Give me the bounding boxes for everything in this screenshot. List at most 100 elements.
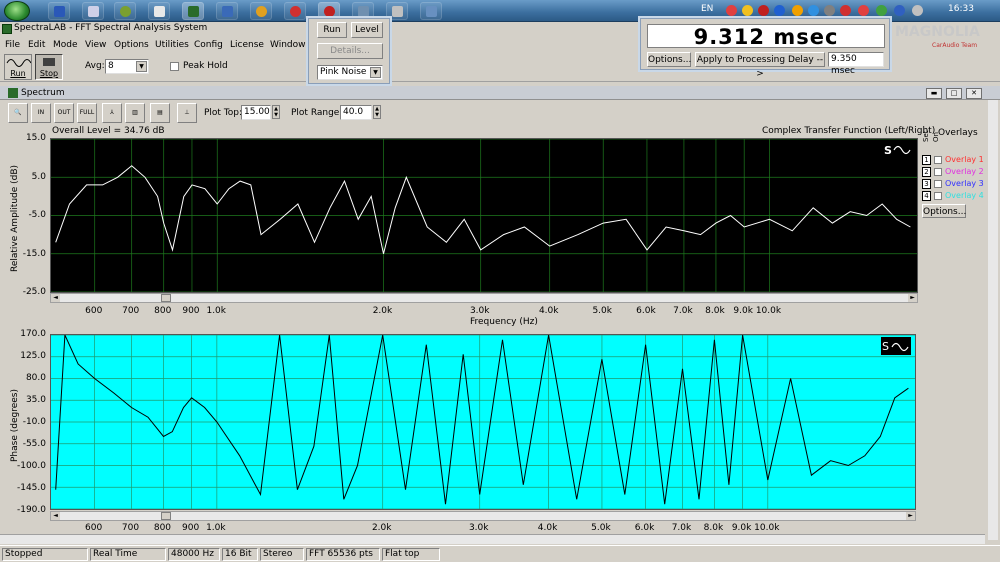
start-button[interactable] xyxy=(4,1,30,21)
stop-icon xyxy=(43,58,55,66)
flag-icon[interactable] xyxy=(758,5,769,16)
delay-display: 9.312 msec xyxy=(647,24,885,49)
amplitude-ytick: -15.0 xyxy=(22,249,46,259)
tray-icon[interactable] xyxy=(726,5,737,16)
close-button[interactable]: ✕ xyxy=(966,88,982,99)
tray-icon[interactable] xyxy=(792,5,803,16)
scroll-thumb[interactable] xyxy=(161,294,171,302)
window-hscroll[interactable] xyxy=(0,534,985,544)
plot-range-spinner[interactable]: ▲ ▼ xyxy=(373,105,381,119)
menu-license[interactable]: License xyxy=(230,40,264,50)
menu-config[interactable]: Config xyxy=(194,40,223,50)
tray-icon[interactable] xyxy=(840,5,851,16)
minimize-button[interactable]: ▬ xyxy=(926,88,942,99)
tray-icon[interactable] xyxy=(876,5,887,16)
tray-icon[interactable] xyxy=(808,5,819,16)
zoom-in-x-icon[interactable]: IN xyxy=(31,103,51,123)
scroll-right-arrow[interactable]: ► xyxy=(908,294,917,302)
applied-delay-field[interactable]: 9.350 msec xyxy=(828,52,884,76)
overlay-set-button[interactable]: 4 xyxy=(922,191,931,201)
overlay-row: 2 Overlay 2 xyxy=(920,167,995,178)
tray-icon[interactable] xyxy=(824,5,835,16)
clock[interactable]: 16:33 xyxy=(948,4,974,14)
menu-edit[interactable]: Edit xyxy=(28,40,45,50)
overlay-on-checkbox[interactable] xyxy=(934,180,942,188)
amplitude-hscroll[interactable]: ◄ ► xyxy=(50,293,918,303)
language-indicator[interactable]: EN xyxy=(701,4,713,14)
zoom-out-x-icon[interactable]: OUT xyxy=(54,103,74,123)
amplitude-xtick: 600 xyxy=(85,306,103,316)
save-icon[interactable] xyxy=(48,2,70,20)
generator-level-button[interactable]: Level xyxy=(351,22,383,38)
volume-icon[interactable] xyxy=(912,5,923,16)
frequency-xlabel: Frequency (Hz) xyxy=(470,317,538,327)
delay-options-button[interactable]: Options... xyxy=(647,52,691,67)
amplitude-ytick: 15.0 xyxy=(25,133,46,143)
tray-icon[interactable] xyxy=(774,5,785,16)
menu-options[interactable]: Options xyxy=(114,40,149,50)
overlay-on-checkbox[interactable] xyxy=(934,168,942,176)
cursor-icon[interactable]: ⊥ xyxy=(177,103,197,123)
zoom-full-icon[interactable]: FULL xyxy=(77,103,97,123)
chevron-down-icon[interactable]: ▼ xyxy=(136,61,147,72)
zoom-icon[interactable]: 🔍 xyxy=(8,103,28,123)
menu-file[interactable]: File xyxy=(5,40,20,50)
spectralab-icon[interactable] xyxy=(182,2,204,20)
status-channels: Stereo xyxy=(260,548,304,561)
plot-top-label: Plot Top: xyxy=(204,108,243,118)
network-icon[interactable] xyxy=(894,5,905,16)
stop-button-label: Stop xyxy=(39,69,59,78)
avg-select[interactable]: 8 ▼ xyxy=(105,59,149,74)
window-vscroll[interactable] xyxy=(988,100,998,540)
chevron-down-icon[interactable]: ▼ xyxy=(370,67,381,78)
game-icon[interactable] xyxy=(114,2,136,20)
app-title: SpectraLAB - FFT Spectral Analysis Syste… xyxy=(14,23,208,33)
status-bits: 16 Bit xyxy=(222,548,258,561)
menu-utilities[interactable]: Utilities xyxy=(155,40,189,50)
overlay-on-checkbox[interactable] xyxy=(934,192,942,200)
record-icon[interactable] xyxy=(284,2,306,20)
peak-hold-checkbox[interactable] xyxy=(170,62,179,71)
plot-top-spinner[interactable]: ▲ ▼ xyxy=(272,105,280,119)
scroll-left-arrow[interactable]: ◄ xyxy=(51,294,60,302)
calculator-icon[interactable] xyxy=(82,2,104,20)
transfer-function-label: Complex Transfer Function (Left/Right) xyxy=(762,126,936,136)
scroll-left-arrow[interactable]: ◄ xyxy=(51,512,60,520)
phase-ytick: 125.0 xyxy=(20,351,46,361)
browser-icon[interactable] xyxy=(250,2,272,20)
tray-icon[interactable] xyxy=(742,5,753,16)
maximize-button[interactable]: □ xyxy=(946,88,962,99)
scroll-thumb[interactable] xyxy=(161,512,171,520)
statusbar: Stopped Real Time 48000 Hz 16 Bit Stereo… xyxy=(0,545,1000,562)
pin-icon[interactable] xyxy=(148,2,170,20)
signal-type-select[interactable]: Pink Noise ▼ xyxy=(317,65,383,80)
amplitude-ytick: -5.0 xyxy=(28,210,46,220)
peak-marker-icon[interactable]: ⅄ xyxy=(102,103,122,123)
generator-run-button[interactable]: Run xyxy=(317,22,347,38)
run-button[interactable]: Run xyxy=(4,54,32,80)
amplitude-plot[interactable]: S xyxy=(50,138,918,293)
tray-icon[interactable] xyxy=(858,5,869,16)
overlay-set-button[interactable]: 3 xyxy=(922,179,931,189)
scroll-right-arrow[interactable]: ► xyxy=(906,512,915,520)
overlay-options-button[interactable]: Options... xyxy=(922,204,966,218)
overlay-set-button[interactable]: 2 xyxy=(922,167,931,177)
apply-delay-button[interactable]: Apply to Processing Delay --> xyxy=(695,52,825,79)
plot-top-input[interactable]: 15.00 xyxy=(241,105,271,120)
menu-mode[interactable]: Mode xyxy=(53,40,78,50)
settings-panel-icon[interactable]: ▤ xyxy=(150,103,170,123)
overlay-set-button[interactable]: 1 xyxy=(922,155,931,165)
stop-button[interactable]: Stop xyxy=(35,54,63,80)
menu-window[interactable]: Window xyxy=(270,40,306,50)
spectrum-title: Spectrum xyxy=(21,88,65,98)
phase-hscroll[interactable]: ◄ ► xyxy=(50,511,916,521)
generator-details-button[interactable]: Details... xyxy=(317,43,383,59)
menu-view[interactable]: View xyxy=(85,40,106,50)
overlay-label: Overlay 3 xyxy=(945,179,984,188)
window-icon[interactable] xyxy=(420,2,442,20)
floppy-icon[interactable] xyxy=(216,2,238,20)
plot-range-input[interactable]: 40.0 xyxy=(340,105,372,120)
overlay-on-checkbox[interactable] xyxy=(934,156,942,164)
bar-graph-icon[interactable]: ▥ xyxy=(125,103,145,123)
phase-plot[interactable]: S xyxy=(50,334,916,510)
